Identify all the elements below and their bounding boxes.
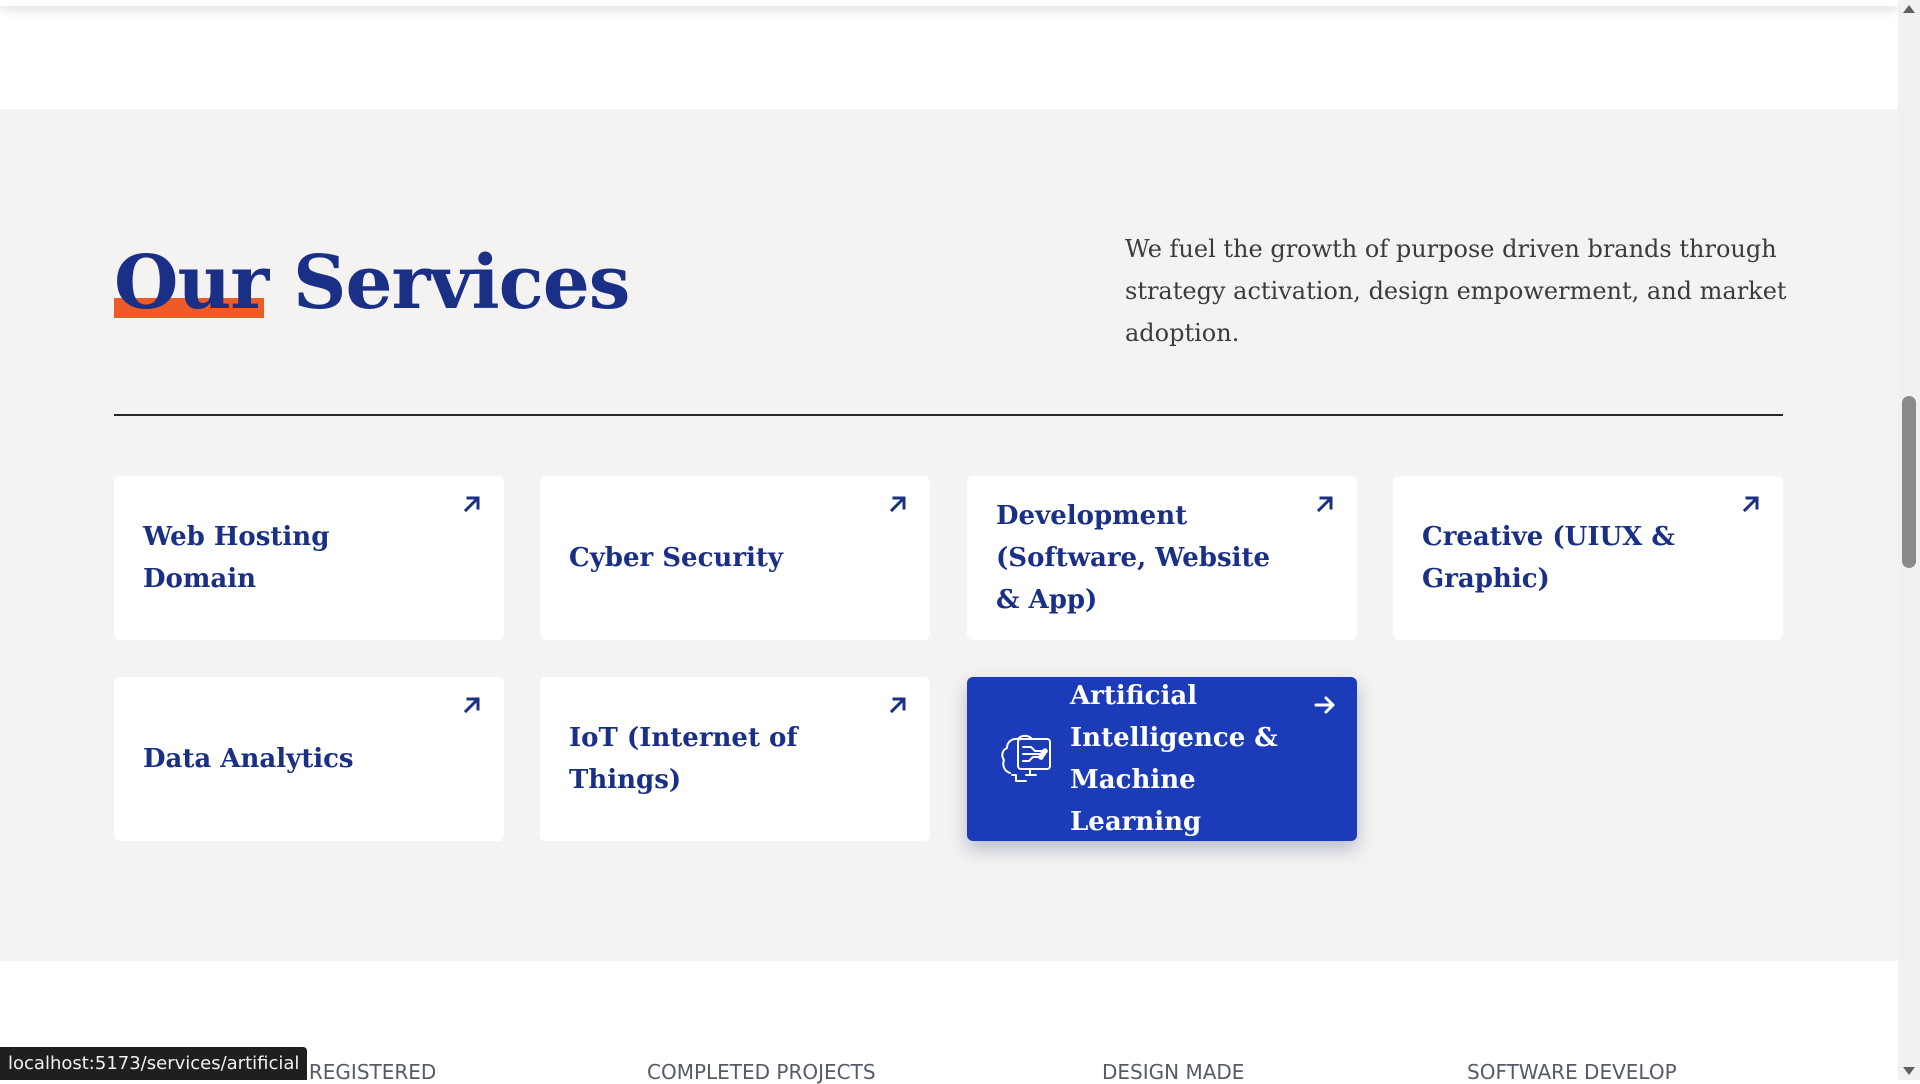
arrow-right-icon bbox=[1314, 696, 1335, 714]
service-card-label: Artificial Intelligence & Machine Learni… bbox=[1070, 681, 1278, 837]
service-card-label: Data Analytics bbox=[143, 744, 354, 774]
browser-status-url: localhost:5173/services/artificial bbox=[0, 1047, 308, 1080]
header-shadow bbox=[0, 0, 1898, 6]
ai-brain-icon bbox=[1001, 734, 1051, 782]
arrow-up-right-icon bbox=[1316, 496, 1333, 513]
page-scrollbar[interactable] bbox=[1898, 0, 1920, 1080]
stat-label-projects: COMPLETED PROJECTS bbox=[647, 1060, 876, 1084]
service-card-iot[interactable]: IoT (Internet of Things) bbox=[540, 677, 930, 841]
service-card-web-hosting[interactable]: Web Hosting Domain bbox=[114, 476, 504, 640]
arrow-up-right-icon bbox=[463, 496, 480, 513]
service-card-label: Development (Software, Website & App) bbox=[996, 501, 1271, 615]
scroll-up-icon[interactable] bbox=[1903, 5, 1915, 13]
service-card-label: IoT (Internet of Things) bbox=[569, 723, 798, 795]
service-card-data-analytics[interactable]: Data Analytics bbox=[114, 677, 504, 841]
service-card-label: Creative (UIUX & Graphic) bbox=[1422, 522, 1675, 594]
arrow-up-right-icon bbox=[463, 697, 480, 714]
service-card-artificial-intelligence[interactable]: Artificial Intelligence & Machine Learni… bbox=[967, 677, 1357, 841]
scrollbar-thumb[interactable] bbox=[1902, 396, 1916, 568]
service-card-label: Cyber Security bbox=[569, 543, 784, 573]
section-title: Our Services bbox=[114, 240, 630, 326]
stat-label-software: SOFTWARE DEVELOP bbox=[1467, 1060, 1677, 1084]
arrow-up-right-icon bbox=[1742, 496, 1759, 513]
section-divider bbox=[114, 414, 1783, 416]
stat-label-design: DESIGN MADE bbox=[1102, 1060, 1245, 1084]
arrow-up-right-icon bbox=[889, 496, 906, 513]
section-intro: We fuel the growth of purpose driven bra… bbox=[1125, 235, 1787, 347]
service-card-creative[interactable]: Creative (UIUX & Graphic) bbox=[1393, 476, 1783, 640]
service-card-cyber-security[interactable]: Cyber Security bbox=[540, 476, 930, 640]
service-card-development[interactable]: Development (Software, Website & App) bbox=[967, 476, 1357, 640]
scroll-down-icon[interactable] bbox=[1903, 1067, 1915, 1075]
service-card-label: Web Hosting Domain bbox=[143, 522, 330, 594]
arrow-up-right-icon bbox=[889, 697, 906, 714]
